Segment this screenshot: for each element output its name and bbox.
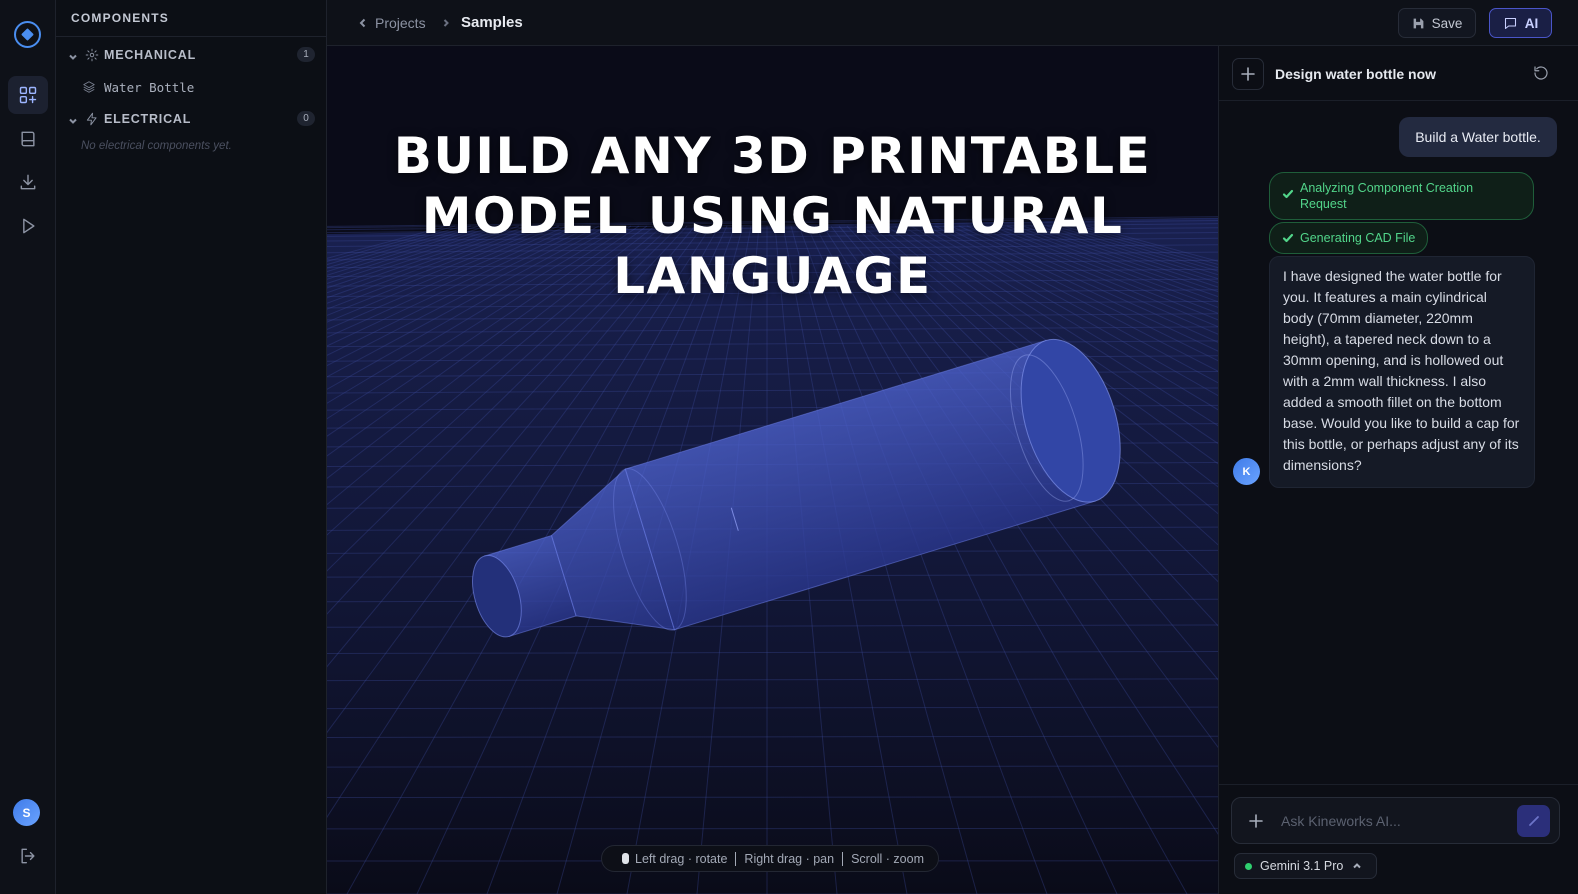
check-icon <box>1282 189 1294 199</box>
gear-icon <box>85 48 99 62</box>
breadcrumb-projects-link[interactable]: Projects <box>357 15 426 31</box>
chevron-down-icon[interactable] <box>68 113 78 124</box>
hint-pan: Right drag · pan <box>744 851 835 866</box>
components-panel-title: COMPONENTS <box>56 0 326 37</box>
status-label: Analyzing Component Creation Request <box>1300 181 1474 211</box>
breadcrumb-projects-label: Projects <box>375 15 426 31</box>
chevron-down-icon[interactable] <box>68 49 78 60</box>
bolt-icon <box>85 112 99 126</box>
floppy-icon <box>1413 18 1423 28</box>
breadcrumb-current: Samples <box>461 14 523 31</box>
left-rail: S <box>0 0 56 894</box>
app-window: S COMPONENTS MECHANICAL 1 Water Bottle E… <box>0 0 1578 894</box>
plus-icon <box>1249 814 1263 828</box>
model-selector[interactable]: Gemini 3.1 Pro <box>1234 853 1378 879</box>
new-chat-button[interactable] <box>1232 58 1264 90</box>
send-icon <box>1528 816 1539 826</box>
logout-icon <box>21 848 35 864</box>
play-icon <box>23 218 35 234</box>
rail-library-button[interactable] <box>8 120 48 158</box>
group-name: ELECTRICAL <box>104 112 192 126</box>
chevron-right-icon <box>441 16 451 34</box>
attach-button[interactable] <box>1249 814 1263 828</box>
chevron-up-icon <box>1353 863 1362 869</box>
plus-icon <box>1241 67 1255 81</box>
assistant-message: I have designed the water bottle for you… <box>1269 256 1535 488</box>
component-item-label: Water Bottle <box>104 79 195 95</box>
ai-chat-panel: Design water bottle now Build a Water bo… <box>1218 46 1578 894</box>
mouse-icon <box>622 853 629 864</box>
chat-composer-area: Gemini 3.1 Pro <box>1219 784 1578 894</box>
assistant-avatar: K <box>1233 458 1260 485</box>
chat-bubble-icon <box>1504 17 1516 29</box>
save-button[interactable]: Save <box>1398 8 1476 38</box>
logout-button[interactable] <box>8 837 48 875</box>
book-icon <box>21 131 35 147</box>
group-count-badge: 1 <box>297 47 315 62</box>
group-name: MECHANICAL <box>104 48 197 62</box>
send-button[interactable] <box>1517 805 1550 837</box>
user-avatar[interactable]: S <box>13 799 40 826</box>
navigation-hint-bar: Left drag · rotate Right drag · pan Scro… <box>601 845 939 872</box>
chat-header: Design water bottle now <box>1219 46 1578 101</box>
save-button-label: Save <box>1431 15 1463 31</box>
ai-button-label: AI <box>1524 15 1539 31</box>
hero-headline: BUILD ANY 3D PRINTABLE MODEL USING NATUR… <box>393 127 1152 305</box>
hint-zoom: Scroll · zoom <box>851 851 924 866</box>
components-panel: COMPONENTS MECHANICAL 1 Water Bottle ELE… <box>56 0 327 894</box>
group-count-badge: 0 <box>297 111 315 126</box>
chat-input[interactable] <box>1281 810 1511 832</box>
chevron-left-icon <box>359 18 366 28</box>
3d-viewport[interactable]: BUILD ANY 3D PRINTABLE MODEL USING NATUR… <box>327 46 1218 894</box>
model-label: Gemini 3.1 Pro <box>1260 859 1344 873</box>
check-icon <box>1282 233 1294 243</box>
user-message: Build a Water bottle. <box>1399 117 1557 157</box>
history-icon <box>1534 66 1548 80</box>
rail-simulate-button[interactable] <box>8 207 48 245</box>
grid-plus-icon <box>19 86 37 104</box>
status-analyzing: Analyzing Component Creation Request <box>1269 172 1534 220</box>
chat-composer <box>1231 797 1560 844</box>
group-mechanical[interactable]: MECHANICAL 1 <box>56 44 327 66</box>
chat-history-button[interactable] <box>1532 64 1550 87</box>
ai-toggle-button[interactable]: AI <box>1489 8 1552 38</box>
app-logo-icon[interactable] <box>14 21 41 48</box>
rail-components-button[interactable] <box>8 76 48 114</box>
hint-rotate: Left drag · rotate <box>635 851 728 866</box>
layers-icon <box>83 81 95 93</box>
component-item-water-bottle[interactable]: Water Bottle <box>82 76 194 98</box>
rail-export-button[interactable] <box>8 163 48 201</box>
download-icon <box>20 174 36 190</box>
chat-title: Design water bottle now <box>1275 66 1437 82</box>
status-label: Generating CAD File <box>1300 231 1416 245</box>
model-status-dot <box>1245 862 1252 870</box>
group-electrical[interactable]: ELECTRICAL 0 <box>56 108 327 130</box>
top-bar: Projects Samples Save AI <box>327 0 1578 46</box>
empty-state-text: No electrical components yet. <box>81 140 232 152</box>
status-generating: Generating CAD File <box>1269 222 1429 254</box>
